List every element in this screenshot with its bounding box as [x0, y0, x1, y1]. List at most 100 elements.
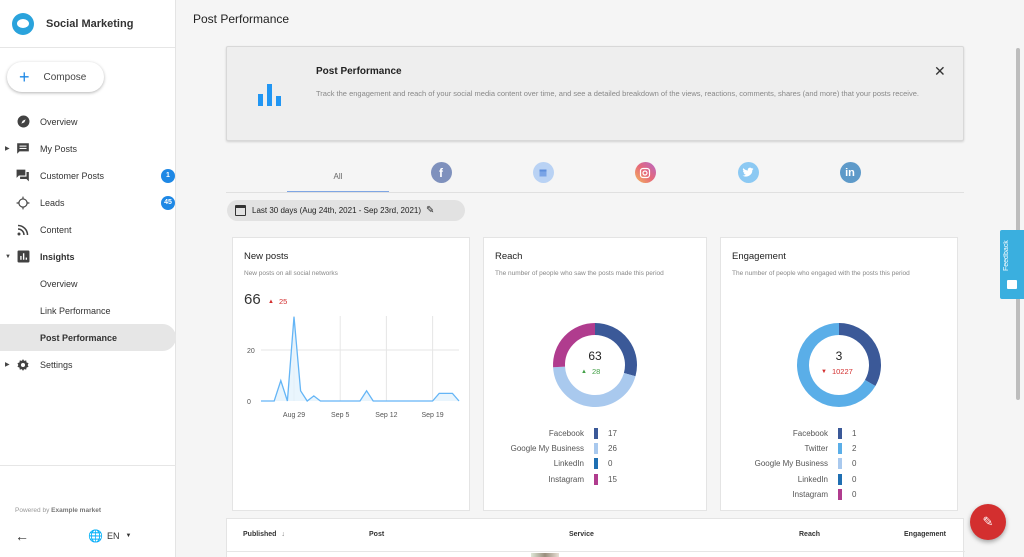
legend-item[interactable]: LinkedIn 0: [721, 472, 959, 487]
card-subtitle: New posts on all social networks: [244, 270, 338, 277]
legend-swatch: [838, 488, 842, 500]
column-header-post[interactable]: Post: [369, 531, 384, 538]
legend-item[interactable]: LinkedIn 0: [484, 456, 708, 471]
sidebar-item-settings[interactable]: ▶ Settings: [0, 351, 176, 378]
y-tick-label: 0: [247, 399, 251, 406]
triangle-down-icon: ▼: [821, 368, 827, 375]
info-banner: Post Performance Track the engagement an…: [226, 46, 964, 141]
engagement-delta: ▼ 10227: [821, 367, 853, 376]
card-subtitle: The number of people who engaged with th…: [732, 270, 910, 277]
delta-value: 28: [591, 367, 601, 376]
brand[interactable]: Social Marketing: [0, 0, 175, 48]
bar-chart-icon: [258, 82, 284, 106]
legend-label: Twitter: [804, 444, 828, 454]
smiley-icon: [1007, 280, 1017, 289]
legend-swatch: [838, 428, 842, 440]
legend-swatch: [838, 443, 842, 455]
close-icon[interactable]: ✕: [934, 63, 946, 80]
brand-name: Social Marketing: [46, 17, 134, 30]
sidebar-item-my-posts[interactable]: ▶ My Posts: [0, 135, 176, 162]
scroll-thumb[interactable]: [1016, 48, 1020, 400]
collapse-caret-icon[interactable]: ▼: [5, 254, 11, 260]
legend-item[interactable]: Instagram 15: [484, 472, 708, 487]
plus-icon: +: [19, 67, 30, 87]
sidebar-item-label: Overview: [40, 278, 78, 289]
sidebar-item-label: My Posts: [40, 143, 78, 154]
delta-value: 10227: [831, 367, 853, 376]
card-title: Reach: [495, 251, 523, 262]
expand-caret-icon[interactable]: ▶: [5, 145, 10, 152]
edit-fab-button[interactable]: ✎: [970, 504, 1006, 540]
banner-title: Post Performance: [316, 66, 402, 77]
date-range-chip[interactable]: Last 30 days (Aug 24th, 2021 - Sep 23rd,…: [227, 200, 465, 221]
posts-table: Published ↓ Post Service Reach Engagemen…: [226, 518, 965, 557]
engagement-total: 3: [835, 349, 843, 363]
legend-item[interactable]: Facebook 1: [721, 426, 959, 441]
powered-by-brand[interactable]: Example market: [51, 507, 101, 514]
sidebar-item-insights[interactable]: ▼ Insights: [0, 243, 176, 270]
legend-value: 1: [852, 429, 857, 439]
customer-posts-badge: 1: [161, 168, 175, 183]
triangle-up-icon: ▲: [268, 298, 274, 305]
tab-instagram[interactable]: [594, 158, 696, 192]
card-title: New posts: [244, 251, 289, 262]
new-posts-line-chart: Aug 29 Sep 5 Sep 12 Sep 19 0 20: [247, 316, 460, 419]
instagram-icon: [634, 162, 656, 183]
triangle-up-icon: ▲: [581, 368, 587, 375]
sidebar-item-leads[interactable]: Leads 45: [0, 189, 176, 216]
column-header-engagement[interactable]: Engagement: [904, 531, 946, 538]
page-title: Post Performance: [193, 12, 290, 26]
tab-all[interactable]: All: [287, 158, 389, 192]
legend-item[interactable]: Google My Business 0: [721, 456, 959, 471]
sidebar-item-label: Leads: [40, 197, 65, 208]
column-header-service[interactable]: Service: [569, 531, 594, 538]
language-selector[interactable]: 🌐 EN ▼: [88, 529, 131, 543]
new-posts-delta: ▲ 25: [268, 297, 287, 306]
sidebar-item-link-performance[interactable]: Link Performance: [0, 297, 176, 324]
legend-item[interactable]: Instagram 0: [721, 487, 959, 502]
legend-value: 17: [608, 429, 617, 439]
legend-value: 0: [852, 489, 857, 499]
sidebar-item-insights-overview[interactable]: Overview: [0, 270, 176, 297]
service-tabs: All f in: [226, 158, 964, 193]
tab-facebook[interactable]: f: [390, 158, 492, 192]
sidebar-item-label: Customer Posts: [40, 170, 105, 181]
sidebar-item-post-performance[interactable]: Post Performance: [0, 324, 176, 351]
tab-google-my-business[interactable]: [492, 158, 594, 192]
rss-icon: [16, 223, 30, 237]
table-divider: [227, 551, 965, 552]
legend-value: 26: [608, 444, 617, 454]
date-range-label: Last 30 days (Aug 24th, 2021 - Sep 23rd,…: [252, 206, 422, 215]
legend-swatch: [594, 458, 598, 470]
expand-caret-icon[interactable]: ▶: [5, 361, 10, 368]
column-header-published[interactable]: Published ↓: [243, 531, 285, 538]
new-posts-total: 66: [244, 291, 261, 308]
tab-twitter[interactable]: [697, 158, 799, 192]
sidebar-item-label: Overview: [40, 116, 78, 127]
legend-item[interactable]: Facebook 17: [484, 426, 708, 441]
calendar-icon: [235, 205, 246, 216]
legend-swatch: [594, 473, 598, 485]
tab-label: All: [333, 172, 343, 181]
google-my-business-icon: [532, 162, 554, 183]
legend-swatch: [838, 473, 842, 485]
legend-item[interactable]: Twitter 2: [721, 441, 959, 456]
legend-label: Facebook: [792, 429, 828, 439]
chat-bubble-logo-icon: [12, 12, 34, 35]
sidebar-item-customer-posts[interactable]: Customer Posts 1: [0, 162, 176, 189]
feedback-tab[interactable]: Feedback: [1000, 230, 1024, 299]
x-tick-label: Sep 12: [375, 412, 397, 419]
column-label: Published: [243, 531, 277, 538]
legend-label: Instagram: [548, 474, 584, 484]
engagement-donut-chart: [797, 323, 881, 407]
back-arrow-icon[interactable]: ←: [15, 528, 29, 544]
post-thumbnail[interactable]: [531, 553, 559, 557]
tab-linkedin[interactable]: in: [799, 158, 901, 192]
column-header-reach[interactable]: Reach: [799, 531, 820, 538]
legend-label: Google My Business: [510, 444, 584, 454]
legend-item[interactable]: Google My Business 26: [484, 441, 708, 456]
compose-button[interactable]: + Compose: [7, 62, 104, 92]
sidebar-item-overview[interactable]: Overview: [0, 108, 176, 135]
pencil-icon[interactable]: ✎: [426, 205, 434, 216]
sidebar-item-content[interactable]: Content: [0, 216, 176, 243]
